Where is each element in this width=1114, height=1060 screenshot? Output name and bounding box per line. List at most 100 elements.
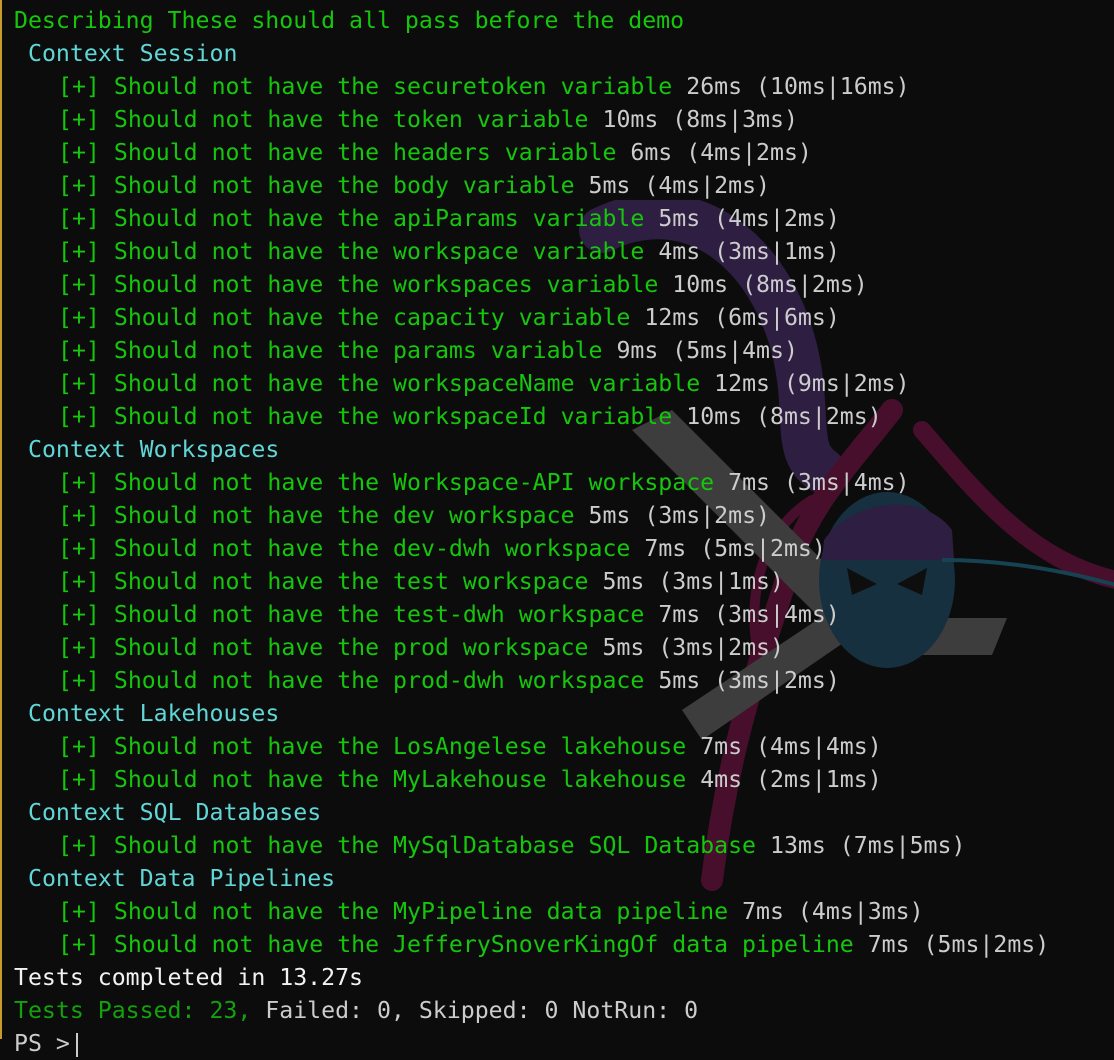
context-heading: Context Lakehouses bbox=[28, 700, 280, 727]
test-name: Should not have the headers variable bbox=[113, 139, 617, 166]
test-name: Should not have the Workspace-API worksp… bbox=[113, 469, 715, 496]
pass-mark: [+] bbox=[58, 502, 100, 529]
test-results-line: Tests Passed: 23, Failed: 0, Skipped: 0 … bbox=[14, 994, 1114, 1027]
test-result-row: [+] Should not have the dev workspace 5m… bbox=[14, 499, 1114, 532]
test-name: Should not have the prod-dwh workspace bbox=[113, 667, 645, 694]
test-name: Should not have the workspace variable bbox=[113, 238, 645, 265]
context-heading: Context Workspaces bbox=[28, 436, 280, 463]
pass-mark: [+] bbox=[58, 106, 100, 133]
test-timing: 5ms (3ms|2ms) bbox=[588, 502, 770, 529]
test-name: Should not have the workspaces variable bbox=[113, 271, 659, 298]
test-timing: 7ms (3ms|4ms) bbox=[728, 469, 910, 496]
test-timing: 5ms (3ms|2ms) bbox=[602, 634, 784, 661]
test-name: Should not have the dev-dwh workspace bbox=[113, 535, 631, 562]
test-timing: 7ms (5ms|2ms) bbox=[644, 535, 826, 562]
test-result-row: [+] Should not have the prod-dwh workspa… bbox=[14, 664, 1114, 697]
pass-mark: [+] bbox=[58, 634, 100, 661]
pass-mark: [+] bbox=[58, 535, 100, 562]
test-name: Should not have the token variable bbox=[113, 106, 589, 133]
terminal-window[interactable]: Describing These should all pass before … bbox=[0, 0, 1114, 1057]
pass-mark: [+] bbox=[58, 931, 100, 958]
test-name: Should not have the prod workspace bbox=[113, 634, 589, 661]
describe-heading: Describing These should all pass before … bbox=[14, 7, 685, 34]
pass-mark: [+] bbox=[58, 832, 100, 859]
test-timing: 6ms (4ms|2ms) bbox=[630, 139, 812, 166]
test-name: Should not have the capacity variable bbox=[113, 304, 631, 331]
test-result-row: [+] Should not have the workspaceName va… bbox=[14, 367, 1114, 400]
test-result-row: [+] Should not have the workspaces varia… bbox=[14, 268, 1114, 301]
pass-mark: [+] bbox=[58, 73, 100, 100]
test-name: Should not have the test workspace bbox=[113, 568, 589, 595]
pass-mark: [+] bbox=[58, 403, 100, 430]
test-result-row: [+] Should not have the dev-dwh workspac… bbox=[14, 532, 1114, 565]
test-result-row: [+] Should not have the capacity variabl… bbox=[14, 301, 1114, 334]
test-timing: 7ms (5ms|2ms) bbox=[867, 931, 1050, 958]
test-name: Should not have the test-dwh workspace bbox=[113, 601, 645, 628]
context-heading: Context Data Pipelines bbox=[28, 865, 336, 892]
test-result-row: [+] Should not have the workspace variab… bbox=[14, 235, 1114, 268]
pass-mark: [+] bbox=[58, 601, 100, 628]
test-result-row: [+] Should not have the MyLakehouse lake… bbox=[14, 763, 1114, 796]
test-timing: 7ms (3ms|4ms) bbox=[658, 601, 840, 628]
powershell-prompt[interactable]: PS > bbox=[14, 1027, 1114, 1060]
terminal-output: Describing These should all pass before … bbox=[14, 4, 1114, 1060]
pass-mark: [+] bbox=[58, 568, 100, 595]
text-cursor bbox=[75, 1032, 78, 1057]
pass-mark: [+] bbox=[58, 469, 100, 496]
test-result-row: [+] Should not have the apiParams variab… bbox=[14, 202, 1114, 235]
test-result-row: [+] Should not have the test workspace 5… bbox=[14, 565, 1114, 598]
test-name: Should not have the securetoken variable bbox=[113, 73, 673, 100]
pass-mark: [+] bbox=[58, 172, 100, 199]
test-timing: 10ms (8ms|3ms) bbox=[602, 106, 798, 133]
pass-mark: [+] bbox=[58, 667, 100, 694]
test-timing: 7ms (4ms|3ms) bbox=[742, 898, 924, 925]
test-result-row: [+] Should not have the MySqlDatabase SQ… bbox=[14, 829, 1114, 862]
prompt-text: PS > bbox=[14, 1030, 70, 1057]
test-timing: 5ms (4ms|2ms) bbox=[658, 205, 840, 232]
tests-completed-summary: Tests completed in 13.27s bbox=[14, 964, 364, 991]
context-heading: Context Session bbox=[28, 40, 238, 67]
test-timing: 26ms (10ms|16ms) bbox=[686, 73, 910, 100]
test-result-row: [+] Should not have the headers variable… bbox=[14, 136, 1114, 169]
test-result-row: [+] Should not have the prod workspace 5… bbox=[14, 631, 1114, 664]
test-timing: 4ms (3ms|1ms) bbox=[658, 238, 840, 265]
test-result-row: [+] Should not have the workspaceId vari… bbox=[14, 400, 1114, 433]
test-name: Should not have the JefferySnoverKingOf … bbox=[113, 931, 854, 958]
pass-mark: [+] bbox=[58, 898, 100, 925]
test-result-row: [+] Should not have the securetoken vari… bbox=[14, 70, 1114, 103]
test-result-row: [+] Should not have the params variable … bbox=[14, 334, 1114, 367]
context-list: Context Session [+] Should not have the s… bbox=[14, 37, 1114, 961]
test-result-row: [+] Should not have the JefferySnoverKin… bbox=[14, 928, 1114, 961]
test-name: Should not have the LosAngelese lakehous… bbox=[113, 733, 687, 760]
test-name: Should not have the apiParams variable bbox=[113, 205, 645, 232]
test-timing: 9ms (5ms|4ms) bbox=[616, 337, 798, 364]
pass-mark: [+] bbox=[58, 139, 100, 166]
pass-mark: [+] bbox=[58, 304, 100, 331]
test-result-row: [+] Should not have the Workspace-API wo… bbox=[14, 466, 1114, 499]
test-name: Should not have the params variable bbox=[113, 337, 603, 364]
test-name: Should not have the MySqlDatabase SQL Da… bbox=[113, 832, 757, 859]
test-name: Should not have the body variable bbox=[113, 172, 575, 199]
test-timing: 4ms (2ms|1ms) bbox=[700, 766, 882, 793]
pass-mark: [+] bbox=[58, 370, 100, 397]
test-timing: 5ms (4ms|2ms) bbox=[588, 172, 770, 199]
test-name: Should not have the workspaceName variab… bbox=[113, 370, 701, 397]
test-timing: 10ms (8ms|2ms) bbox=[686, 403, 882, 430]
pass-mark: [+] bbox=[58, 733, 100, 760]
test-timing: 5ms (3ms|1ms) bbox=[602, 568, 784, 595]
tests-failed-skipped-counts: Failed: 0, Skipped: 0 NotRun: 0 bbox=[251, 997, 699, 1024]
test-name: Should not have the MyLakehouse lakehous… bbox=[113, 766, 687, 793]
context-heading: Context SQL Databases bbox=[28, 799, 322, 826]
test-result-row: [+] Should not have the token variable 1… bbox=[14, 103, 1114, 136]
test-timing: 12ms (6ms|6ms) bbox=[644, 304, 840, 331]
test-timing: 12ms (9ms|2ms) bbox=[714, 370, 910, 397]
tests-passed-count: Tests Passed: 23, bbox=[14, 997, 252, 1024]
pass-mark: [+] bbox=[58, 205, 100, 232]
test-result-row: [+] Should not have the MyPipeline data … bbox=[14, 895, 1114, 928]
test-name: Should not have the workspaceId variable bbox=[113, 403, 673, 430]
pass-mark: [+] bbox=[58, 337, 100, 364]
test-result-row: [+] Should not have the test-dwh workspa… bbox=[14, 598, 1114, 631]
test-timing: 10ms (8ms|2ms) bbox=[672, 271, 868, 298]
test-timing: 13ms (7ms|5ms) bbox=[770, 832, 966, 859]
pass-mark: [+] bbox=[58, 238, 100, 265]
